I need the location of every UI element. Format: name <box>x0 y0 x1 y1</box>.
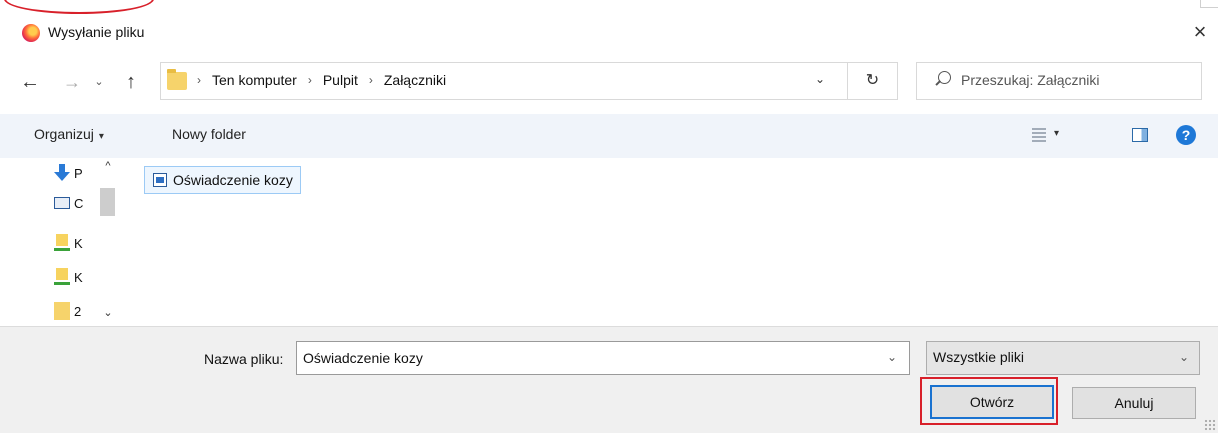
downloads-icon <box>54 164 70 182</box>
cancel-button[interactable]: Anuluj <box>1072 387 1196 419</box>
preview-pane-icon[interactable] <box>1132 128 1148 142</box>
nav-item-desktop[interactable]: C <box>54 192 83 214</box>
organize-menu-button[interactable]: Organizuj ▾ <box>34 126 104 142</box>
nav-item-folder[interactable]: 2 <box>54 300 81 322</box>
window-title: Wysyłanie pliku <box>48 24 145 40</box>
filename-field[interactable]: Oświadczenie kozy ⌄ <box>296 341 910 375</box>
firefox-icon <box>22 24 40 42</box>
open-button[interactable]: Otwórz <box>930 385 1054 419</box>
chevron-down-icon[interactable]: ⌄ <box>1179 350 1189 364</box>
chevron-right-icon[interactable]: › <box>369 73 373 87</box>
organize-label: Organizuj <box>34 126 94 142</box>
chevron-right-icon[interactable]: › <box>308 73 312 87</box>
back-button[interactable]: ← <box>18 70 42 94</box>
nav-item-label: 2 <box>74 303 82 319</box>
command-bar: Organizuj ▾ Nowy folder ▾ ? <box>0 114 1218 158</box>
search-icon <box>933 71 951 91</box>
nav-item-label: K <box>74 269 83 285</box>
navigation-pane: P C K K 2 ^ ⌄ <box>0 158 120 326</box>
image-file-icon <box>153 173 167 187</box>
help-icon[interactable]: ? <box>1176 125 1196 145</box>
close-button[interactable]: × <box>1188 18 1212 46</box>
refresh-button[interactable]: ↻ <box>848 62 898 100</box>
new-folder-button[interactable]: Nowy folder <box>172 126 246 142</box>
scroll-down-button[interactable]: ⌄ <box>98 306 118 322</box>
filetype-value: Wszystkie pliki <box>933 349 1025 365</box>
breadcrumb-item-attachments[interactable]: Załączniki <box>384 72 446 88</box>
folder-icon <box>167 69 187 90</box>
filename-value[interactable]: Oświadczenie kozy <box>303 350 423 366</box>
view-options-caret-icon[interactable]: ▾ <box>1054 128 1059 139</box>
file-list: Oświadczenie kozy <box>120 158 1218 326</box>
scroll-up-button[interactable]: ^ <box>98 160 118 176</box>
list-item[interactable]: Oświadczenie kozy <box>144 166 301 194</box>
breadcrumb: › Ten komputer › Pulpit › Załączniki <box>197 72 457 88</box>
background-window-fragment <box>1200 0 1218 8</box>
resize-grip[interactable] <box>1204 419 1216 431</box>
folder-icon <box>54 302 70 320</box>
title-bar: Wysyłanie pliku × <box>0 16 1218 50</box>
breadcrumb-item-desktop[interactable]: Pulpit <box>323 72 358 88</box>
view-options-icon[interactable] <box>1032 128 1046 144</box>
nav-item-downloads[interactable]: P <box>54 162 83 184</box>
network-folder-icon <box>54 268 70 286</box>
filename-label: Nazwa pliku: <box>204 351 284 367</box>
nav-item-network-1[interactable]: K <box>54 232 83 254</box>
address-row: ← → ⌄ ↑ › Ten komputer › Pulpit › Załącz… <box>0 58 1218 106</box>
caret-down-icon: ▾ <box>98 131 104 142</box>
breadcrumb-item-computer[interactable]: Ten komputer <box>212 72 297 88</box>
nav-item-network-2[interactable]: K <box>54 266 83 288</box>
recent-locations-button[interactable]: ⌄ <box>92 70 106 94</box>
search-box[interactable] <box>916 62 1202 100</box>
desktop-icon <box>54 197 70 209</box>
annotation-ellipse <box>4 0 154 14</box>
filetype-select[interactable]: Wszystkie pliki ⌄ <box>926 341 1200 375</box>
file-name: Oświadczenie kozy <box>173 172 293 188</box>
nav-item-label: K <box>74 235 83 251</box>
chevron-down-icon[interactable]: ⌄ <box>887 350 897 364</box>
chevron-down-icon[interactable]: ⌄ <box>815 72 825 86</box>
nav-pane-scrollbar[interactable] <box>98 158 118 326</box>
up-button[interactable]: ↑ <box>118 70 144 94</box>
nav-item-label: P <box>74 165 83 181</box>
nav-item-label: C <box>74 195 84 211</box>
network-folder-icon <box>54 234 70 252</box>
scrollbar-thumb[interactable] <box>100 188 115 216</box>
search-input[interactable] <box>961 72 1191 88</box>
forward-button[interactable]: → <box>60 70 84 94</box>
dialog-footer: Nazwa pliku: Oświadczenie kozy ⌄ Wszystk… <box>0 326 1218 433</box>
address-bar[interactable]: › Ten komputer › Pulpit › Załączniki ⌄ <box>160 62 848 100</box>
chevron-right-icon: › <box>197 73 201 87</box>
